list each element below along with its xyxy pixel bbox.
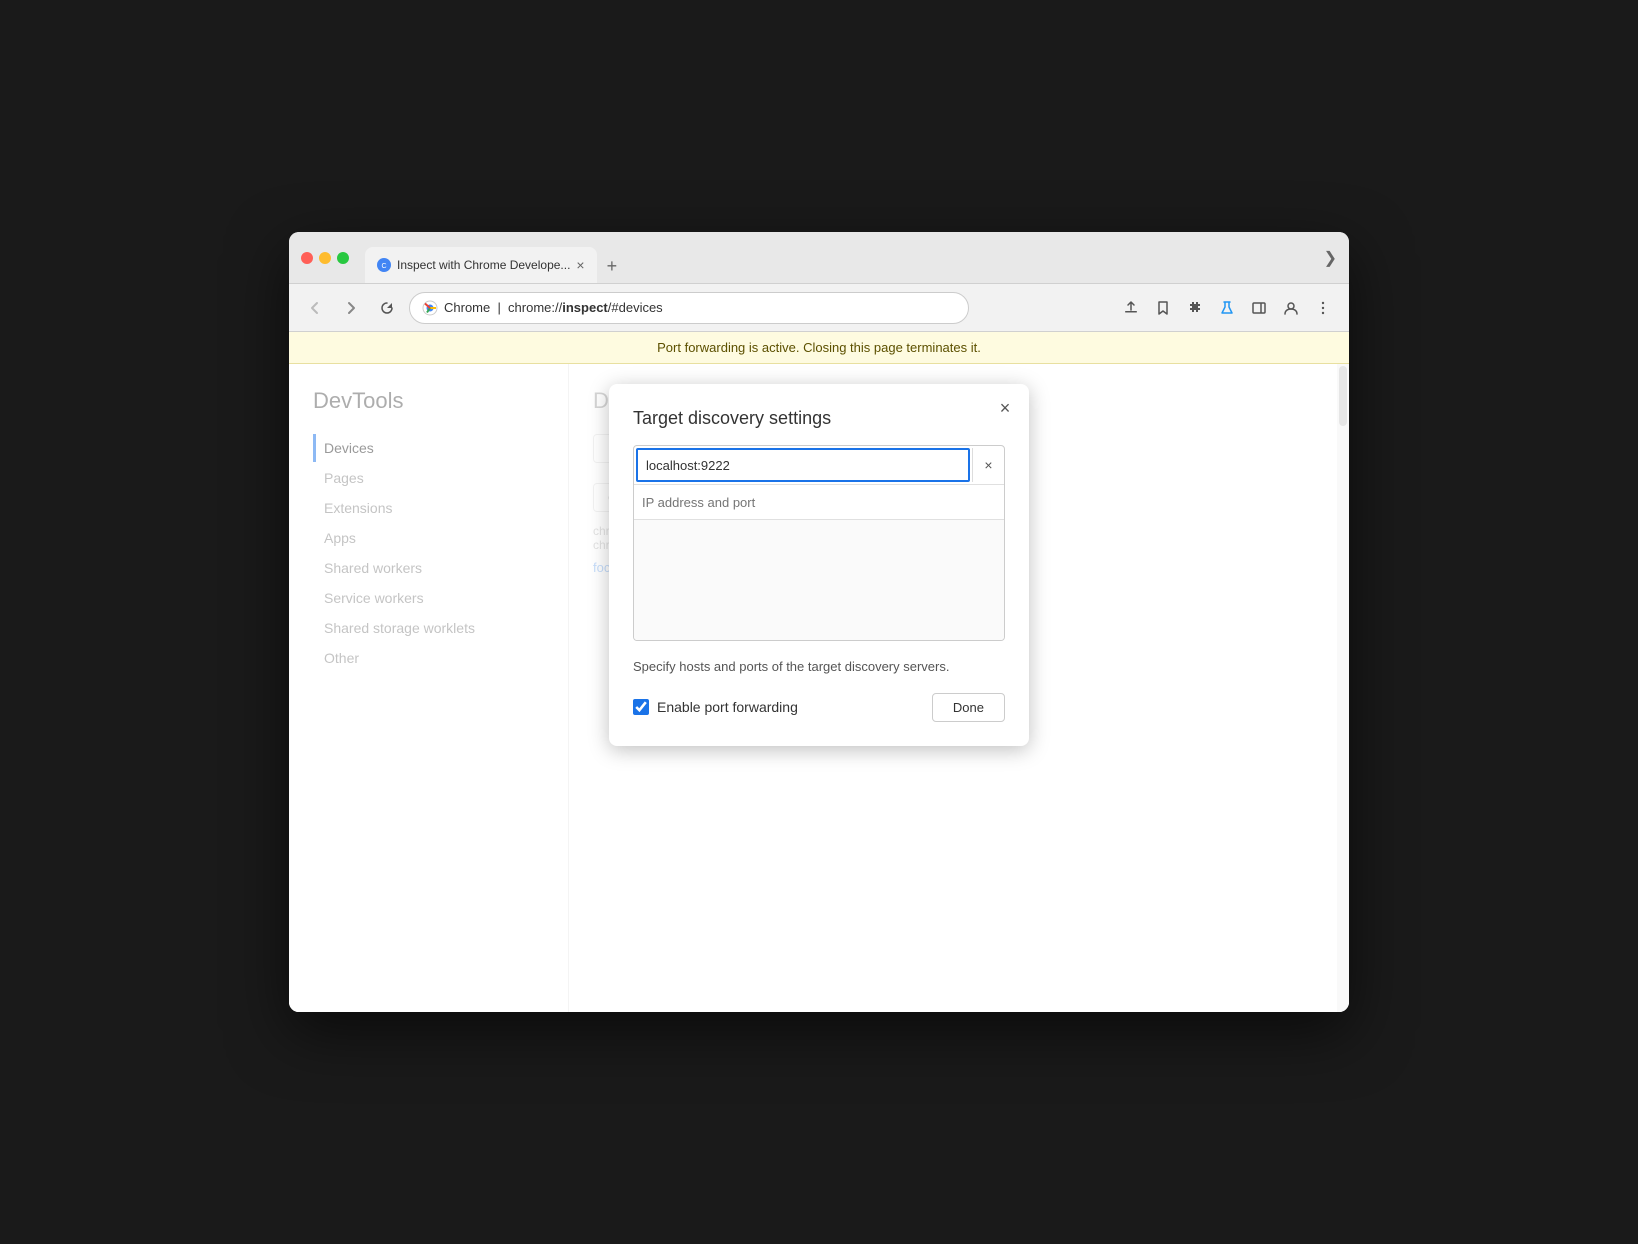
modal-title: Target discovery settings — [633, 408, 1005, 429]
new-tab-button[interactable]: + — [597, 250, 628, 283]
profile-icon-button[interactable] — [1277, 294, 1305, 322]
tab-favicon: C — [377, 258, 391, 272]
hosts-input-group: × — [633, 445, 1005, 641]
empty-area — [634, 520, 1004, 640]
traffic-light-yellow[interactable] — [319, 252, 331, 264]
ip-address-input[interactable] — [634, 485, 1004, 519]
traffic-light-green[interactable] — [337, 252, 349, 264]
modal-description: Specify hosts and ports of the target di… — [633, 657, 1005, 677]
address-input-wrapper[interactable]: Chrome | chrome://inspect/#devices — [409, 292, 969, 324]
share-icon-button[interactable] — [1117, 294, 1145, 322]
svg-text:C: C — [381, 263, 386, 270]
checkbox-label-text: Enable port forwarding — [657, 699, 798, 715]
lab-icon-button[interactable] — [1213, 294, 1241, 322]
back-button[interactable] — [301, 294, 329, 322]
tab-bar: C Inspect with Chrome Develope... × + — [365, 232, 1316, 283]
browser-window: C Inspect with Chrome Develope... × + ❯ — [289, 232, 1349, 1012]
modal-close-button[interactable]: × — [993, 396, 1017, 420]
modal-footer: Enable port forwarding Done — [633, 693, 1005, 722]
done-button[interactable]: Done — [932, 693, 1005, 722]
forward-button[interactable] — [337, 294, 365, 322]
extensions-icon-button[interactable] — [1181, 294, 1209, 322]
sidebar-toggle-button[interactable] — [1245, 294, 1273, 322]
enable-port-forwarding-checkbox[interactable] — [633, 699, 649, 715]
modal-overlay: × Target discovery settings × Specify ho… — [289, 364, 1349, 1012]
active-input-row: × — [634, 446, 1004, 485]
active-tab[interactable]: C Inspect with Chrome Develope... × — [365, 247, 597, 283]
traffic-lights — [301, 252, 349, 264]
reload-button[interactable] — [373, 294, 401, 322]
page-content: DevTools Devices Pages Extensions Apps S… — [289, 364, 1349, 1012]
placeholder-input-row — [634, 485, 1004, 520]
chrome-logo-icon — [422, 300, 438, 316]
tab-bar-chevron[interactable]: ❯ — [1324, 248, 1337, 268]
enable-port-forwarding-checkbox-label[interactable]: Enable port forwarding — [633, 699, 798, 715]
target-discovery-modal: × Target discovery settings × Specify ho… — [609, 384, 1029, 746]
bookmark-icon-button[interactable] — [1149, 294, 1177, 322]
menu-button[interactable] — [1309, 294, 1337, 322]
tab-label: Inspect with Chrome Develope... — [397, 258, 570, 272]
title-bar: C Inspect with Chrome Develope... × + ❯ — [289, 232, 1349, 284]
port-forwarding-info-bar: Port forwarding is active. Closing this … — [289, 332, 1349, 364]
clear-input-button[interactable]: × — [972, 448, 1004, 482]
localhost-input[interactable] — [636, 448, 970, 482]
address-text: Chrome | chrome://inspect/#devices — [444, 300, 956, 315]
toolbar-icons — [1117, 294, 1337, 322]
address-bar: Chrome | chrome://inspect/#devices — [289, 284, 1349, 332]
tab-close-button[interactable]: × — [576, 258, 584, 272]
traffic-light-red[interactable] — [301, 252, 313, 264]
